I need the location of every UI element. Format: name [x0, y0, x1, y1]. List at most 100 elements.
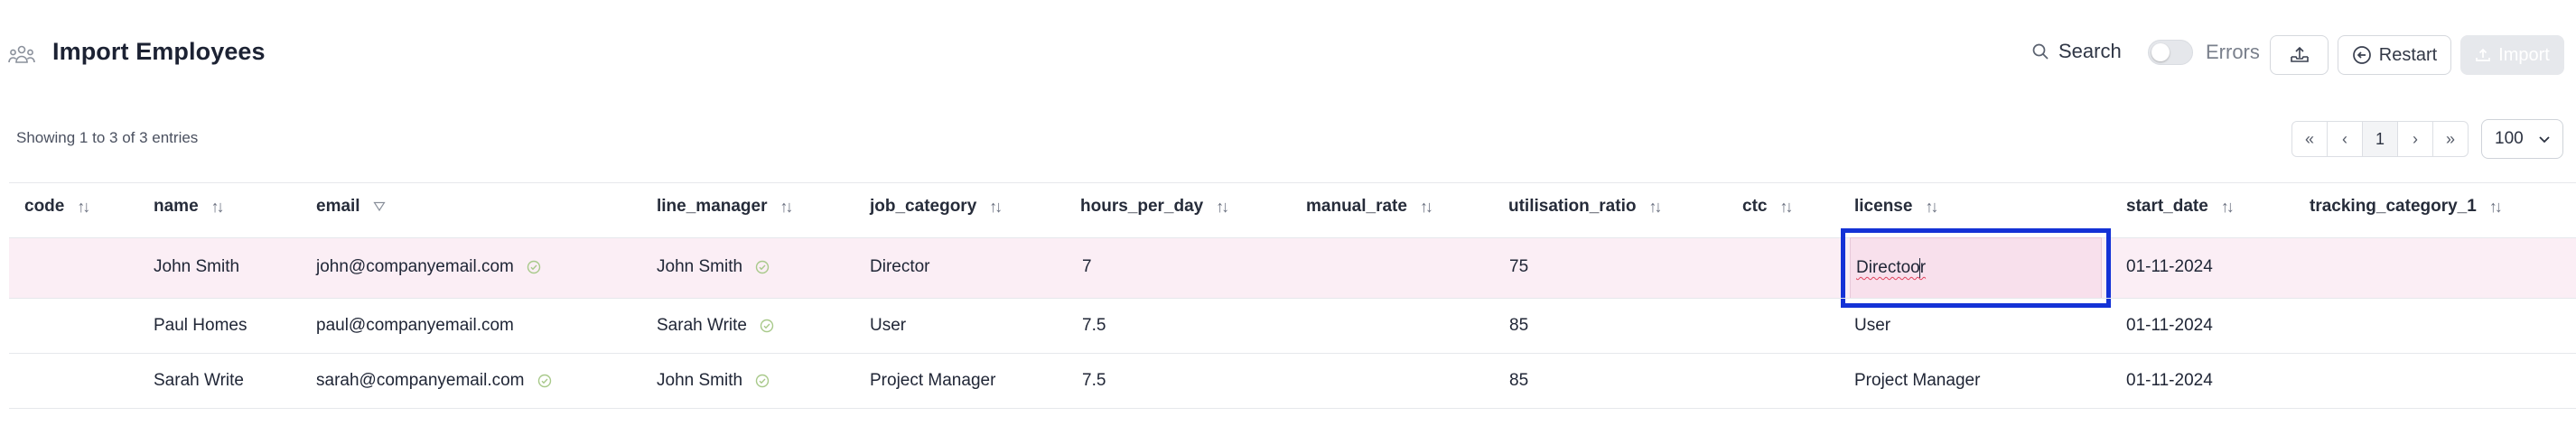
pagination: « ‹ 1 › »	[2291, 121, 2469, 157]
column-header-job-category[interactable]: job_category ↑↓	[870, 197, 1003, 217]
column-header-ctc[interactable]: ctc ↑↓	[1742, 197, 1793, 217]
text-caret	[1919, 258, 1921, 278]
import-upload-icon	[2476, 48, 2491, 61]
cell-license[interactable]: Project Manager	[1854, 371, 1980, 391]
cell-line-manager[interactable]: John Smith	[657, 257, 770, 277]
column-label: email	[316, 197, 360, 216]
license-edit-value: Directoor	[1856, 258, 1927, 277]
page-size-value: 100	[2495, 129, 2524, 148]
column-header-name[interactable]: name ↑↓	[154, 197, 225, 217]
row-divider	[9, 408, 2576, 409]
column-label: job_category	[870, 197, 977, 216]
current-page-button[interactable]: 1	[2362, 121, 2398, 157]
column-header-code[interactable]: code ↑↓	[24, 197, 90, 217]
restart-button[interactable]: Restart	[2338, 35, 2451, 75]
search-button[interactable]: Search	[2031, 40, 2122, 63]
prev-page-button[interactable]: ‹	[2327, 121, 2363, 157]
cell-license[interactable]: User	[1854, 316, 1890, 336]
column-header-line-manager[interactable]: line_manager ↑↓	[657, 197, 794, 217]
upload-tray-icon	[2290, 46, 2309, 62]
sort-icon[interactable]: ↑↓	[1648, 198, 1662, 217]
column-label: ctc	[1742, 197, 1768, 216]
sort-icon[interactable]: ↑↓	[77, 198, 90, 217]
toggle-knob	[2151, 43, 2170, 61]
sort-icon[interactable]: ↑↓	[1216, 198, 1229, 217]
sort-icon[interactable]: ↑↓	[2489, 198, 2503, 217]
column-label: name	[154, 197, 199, 216]
cell-line-manager-text: John Smith	[657, 257, 743, 276]
cell-line-manager[interactable]: Sarah Write	[657, 316, 774, 336]
cell-start-date[interactable]: 01-11-2024	[2126, 371, 2213, 391]
cell-line-manager[interactable]: John Smith	[657, 371, 770, 391]
column-header-email[interactable]: email	[316, 197, 386, 217]
cell-email-text: sarah@companyemail.com	[316, 371, 525, 390]
row-divider	[9, 298, 2576, 299]
row-divider	[9, 353, 2576, 354]
column-header-hours-per-day[interactable]: hours_per_day ↑↓	[1080, 197, 1229, 217]
cell-job-category[interactable]: Project Manager	[870, 371, 995, 391]
cell-start-date[interactable]: 01-11-2024	[2126, 316, 2213, 336]
cell-email[interactable]: paul@companyemail.com	[316, 316, 514, 336]
cell-utilisation-ratio[interactable]: 85	[1509, 371, 1528, 391]
next-page-button[interactable]: ›	[2397, 121, 2433, 157]
page-size-select[interactable]: 100	[2481, 119, 2563, 159]
sort-icon[interactable]: ↑↓	[780, 198, 794, 217]
column-label: start_date	[2126, 197, 2208, 216]
column-label: hours_per_day	[1080, 197, 1204, 216]
row-divider	[9, 237, 2576, 238]
sort-icon[interactable]: ↑↓	[1779, 198, 1793, 217]
column-label: tracking_category_1	[2310, 197, 2477, 216]
cell-email[interactable]: john@companyemail.com	[316, 257, 541, 277]
errors-toggle[interactable]	[2148, 40, 2193, 65]
cell-name[interactable]: Paul Homes	[154, 316, 247, 336]
cell-hours-per-day[interactable]: 7.5	[1082, 371, 1106, 391]
column-header-start-date[interactable]: start_date ↑↓	[2126, 197, 2235, 217]
cell-line-manager-text: Sarah Write	[657, 316, 747, 335]
cell-email[interactable]: sarah@companyemail.com	[316, 371, 552, 391]
search-label: Search	[2058, 40, 2122, 62]
chevron-down-icon	[2539, 136, 2550, 143]
check-circle-icon	[755, 260, 770, 274]
errors-toggle-group[interactable]: Errors	[2148, 40, 2260, 65]
cell-job-category[interactable]: Director	[870, 257, 930, 277]
column-header-utilisation-ratio[interactable]: utilisation_ratio ↑↓	[1508, 197, 1662, 217]
sort-icon[interactable]: ↑↓	[1925, 198, 1938, 217]
license-edit-input[interactable]: Directoor	[1850, 237, 2102, 299]
column-label: license	[1854, 197, 1913, 216]
column-label: manual_rate	[1306, 197, 1407, 216]
restart-arrow-icon	[2352, 46, 2371, 64]
entries-summary: Showing 1 to 3 of 3 entries	[16, 129, 199, 146]
sort-icon[interactable]: ↑↓	[211, 198, 225, 217]
column-header-manual-rate[interactable]: manual_rate ↑↓	[1306, 197, 1433, 217]
check-circle-icon	[755, 374, 770, 388]
column-label: line_manager	[657, 197, 768, 216]
check-circle-icon	[537, 374, 551, 388]
cell-utilisation-ratio[interactable]: 75	[1509, 257, 1528, 277]
filter-funnel-icon[interactable]	[372, 200, 386, 213]
people-group-icon	[8, 45, 35, 63]
cell-hours-per-day[interactable]: 7.5	[1082, 316, 1106, 336]
table-top-divider	[9, 182, 2576, 183]
column-header-tracking-category-1[interactable]: tracking_category_1 ↑↓	[2310, 197, 2503, 217]
page-title: Import Employees	[52, 38, 266, 65]
cell-start-date[interactable]: 01-11-2024	[2126, 257, 2213, 277]
check-circle-icon	[527, 260, 541, 274]
search-icon	[2032, 43, 2049, 60]
sort-icon[interactable]: ↑↓	[1420, 198, 1433, 217]
last-page-button[interactable]: »	[2432, 121, 2469, 157]
cell-job-category[interactable]: User	[870, 316, 906, 336]
first-page-button[interactable]: «	[2291, 121, 2328, 157]
import-button[interactable]: Import	[2460, 35, 2564, 75]
cell-hours-per-day[interactable]: 7	[1082, 257, 1092, 277]
sort-icon[interactable]: ↑↓	[989, 198, 1003, 217]
sort-icon[interactable]: ↑↓	[2221, 198, 2235, 217]
cell-email-text: john@companyemail.com	[316, 257, 514, 276]
column-header-license[interactable]: license ↑↓	[1854, 197, 1938, 217]
cell-name[interactable]: Sarah Write	[154, 371, 244, 391]
check-circle-icon	[760, 319, 774, 333]
cell-utilisation-ratio[interactable]: 85	[1509, 316, 1528, 336]
restart-label: Restart	[2378, 44, 2438, 65]
upload-button[interactable]	[2270, 35, 2329, 75]
cell-name[interactable]: John Smith	[154, 257, 239, 277]
column-label: utilisation_ratio	[1508, 197, 1637, 216]
